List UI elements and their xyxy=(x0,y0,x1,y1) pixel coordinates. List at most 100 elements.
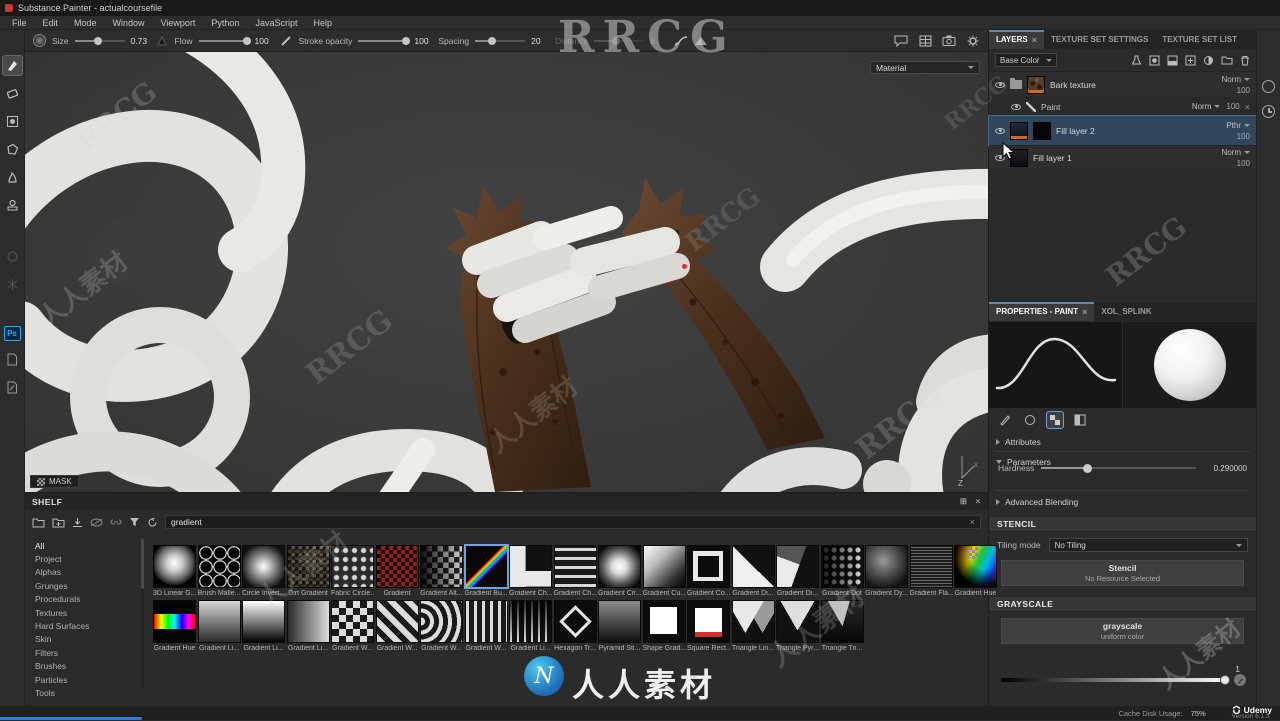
shelf-category[interactable]: Procedurals xyxy=(29,593,125,606)
grayscale-section-header[interactable]: GRAYSCALE xyxy=(989,596,1256,612)
resource-thumbnail[interactable] xyxy=(598,600,641,643)
layer-visibility-eye-icon[interactable] xyxy=(995,128,1005,134)
spacing-value[interactable]: 20 xyxy=(531,36,549,46)
flow-value[interactable]: 100 xyxy=(255,36,273,46)
shelf-resource[interactable]: Triangle Lin... xyxy=(732,600,775,652)
shelf-resource[interactable]: Gradient Alt... xyxy=(420,545,463,597)
resource-thumbnail[interactable] xyxy=(242,545,285,588)
resource-thumbnail[interactable] xyxy=(420,600,463,643)
viewport-display-select[interactable]: Material xyxy=(870,61,980,74)
resource-thumbnail[interactable] xyxy=(287,600,330,643)
camera-icon[interactable] xyxy=(942,34,956,48)
clear-search-icon[interactable]: × xyxy=(970,517,975,527)
tab-layers[interactable]: LAYERS × xyxy=(989,30,1044,49)
channel-select[interactable]: Base Color xyxy=(995,53,1057,67)
shelf-category[interactable]: Grunges xyxy=(29,579,125,592)
layer-row[interactable]: Fill layer 1 Norm 100 × xyxy=(989,146,1256,170)
stencil-section-header[interactable]: STENCIL xyxy=(989,516,1256,532)
layer-thumbnail[interactable] xyxy=(1010,122,1028,140)
stencil-resource-slot[interactable]: Stencil No Resource Selected xyxy=(1001,560,1244,586)
menu-item[interactable]: Viewport xyxy=(153,18,204,28)
tab-texture-set-settings[interactable]: TEXTURE SET SETTINGS xyxy=(1044,30,1155,49)
hide-eye-icon[interactable] xyxy=(90,518,103,527)
shelf-category[interactable]: Project xyxy=(29,552,125,565)
add-mask-icon[interactable] xyxy=(1149,55,1160,66)
filter-funnel-icon[interactable] xyxy=(129,517,140,527)
layer-name[interactable]: Fill layer 1 xyxy=(1033,153,1216,163)
grid-size-toggle-icon[interactable] xyxy=(966,547,978,559)
hardness-slider[interactable] xyxy=(1041,467,1196,469)
layer-name[interactable]: Paint xyxy=(1041,102,1187,112)
add-effect-icon[interactable] xyxy=(1131,55,1142,66)
shelf-resource[interactable]: Triangle Tri... xyxy=(821,600,864,652)
resource-thumbnail[interactable] xyxy=(776,600,819,643)
resource-thumbnail[interactable] xyxy=(643,600,686,643)
shelf-category[interactable]: Filters xyxy=(29,646,125,659)
shelf-resource[interactable]: Gradient Di... xyxy=(776,545,819,597)
tab-properties-paint[interactable]: PROPERTIES - PAINT × xyxy=(989,302,1094,321)
display-settings-icon[interactable] xyxy=(1262,80,1275,93)
grayscale-resource-slot[interactable]: grayscale uniform color xyxy=(1001,618,1244,644)
shelf-resource[interactable]: Gradient Co... xyxy=(687,545,730,597)
layer-visibility-eye-icon[interactable] xyxy=(1011,104,1021,110)
flow-slider[interactable] xyxy=(199,40,249,42)
shelf-search-box[interactable]: × xyxy=(165,515,981,529)
resource-thumbnail[interactable] xyxy=(643,545,686,588)
shelf-resource[interactable]: Gradient W... xyxy=(420,600,463,652)
resource-thumbnail[interactable] xyxy=(153,600,196,643)
blend-mode-select[interactable]: Norm xyxy=(1221,148,1250,157)
shelf-search-input[interactable] xyxy=(171,517,965,527)
stroke-opacity-value[interactable]: 100 xyxy=(414,36,432,46)
layer-visibility-eye-icon[interactable] xyxy=(995,155,1005,161)
resource-thumbnail[interactable] xyxy=(509,600,552,643)
shelf-resource[interactable]: Square Rect... xyxy=(687,600,730,652)
blend-mode-select[interactable]: Norm xyxy=(1221,75,1250,84)
shelf-resource[interactable]: Brush Malle... xyxy=(198,545,241,597)
layer-opacity-value[interactable]: 100 xyxy=(1237,159,1250,168)
open-folder-icon[interactable] xyxy=(32,517,45,528)
layer-name[interactable]: Fill layer 2 xyxy=(1056,126,1221,136)
resource-thumbnail[interactable] xyxy=(554,600,597,643)
shelf-resource[interactable]: Gradient Fla... xyxy=(910,545,953,597)
projection-tool[interactable] xyxy=(3,112,22,131)
layer-row[interactable]: Fill layer 2 Pthr 100 × xyxy=(989,116,1256,146)
layer-mask-thumbnail[interactable] xyxy=(1033,122,1051,140)
shelf-resource[interactable]: Shape Grad... xyxy=(643,600,686,652)
shelf-category[interactable]: All xyxy=(29,539,125,552)
shelf-resource[interactable]: Gradient Li... xyxy=(242,600,285,652)
shelf-resource[interactable]: Gradient Li... xyxy=(287,600,330,652)
layer-opacity-value[interactable]: 100 xyxy=(1226,102,1239,111)
shelf-resource[interactable]: Dirt Gradient xyxy=(287,545,330,597)
shelf-resource[interactable]: Triangle Pyr... xyxy=(776,600,819,652)
shelf-resource[interactable]: Gradient Cu... xyxy=(643,545,686,597)
edit-value-icon[interactable] xyxy=(1234,674,1246,686)
clone-stamp-tool[interactable] xyxy=(3,196,22,215)
material-sphere-preview[interactable] xyxy=(1123,322,1256,408)
stroke-opacity-slider[interactable] xyxy=(358,40,408,42)
resource-thumbnail[interactable] xyxy=(776,545,819,588)
blend-mode-select[interactable]: Norm xyxy=(1192,102,1221,111)
size-value[interactable]: 0.73 xyxy=(131,36,149,46)
photoshop-export-badge[interactable]: Ps xyxy=(4,326,21,341)
menu-item[interactable]: Python xyxy=(203,18,247,28)
brush-tip-icon[interactable] xyxy=(155,34,169,48)
layer-row[interactable]: Paint Norm 100 × xyxy=(989,98,1256,116)
shelf-resource[interactable]: Gradient W... xyxy=(465,600,508,652)
layer-opacity-value[interactable]: 100 xyxy=(1237,86,1250,95)
resource-thumbnail[interactable] xyxy=(465,545,508,588)
distance-slider[interactable] xyxy=(594,40,644,42)
stroke-falloff-preview[interactable] xyxy=(989,322,1123,408)
menu-item[interactable]: File xyxy=(4,18,35,28)
settings-gear-icon[interactable] xyxy=(966,34,980,48)
shelf-category[interactable]: Brushes xyxy=(29,660,125,673)
new-folder-icon[interactable] xyxy=(52,517,65,528)
resource-thumbnail[interactable] xyxy=(287,545,330,588)
close-icon[interactable]: × xyxy=(1245,102,1250,112)
layer-opacity-value[interactable]: 100 xyxy=(1237,132,1250,141)
split-view-mode-icon[interactable] xyxy=(1072,412,1088,428)
polygon-fill-tool[interactable] xyxy=(3,140,22,159)
shelf-category[interactable]: Textures xyxy=(29,606,125,619)
add-smart-material-icon[interactable] xyxy=(1203,55,1214,66)
tab-texture-set-name[interactable]: XOL_SPLINK xyxy=(1094,302,1158,321)
resource-thumbnail[interactable] xyxy=(331,600,374,643)
